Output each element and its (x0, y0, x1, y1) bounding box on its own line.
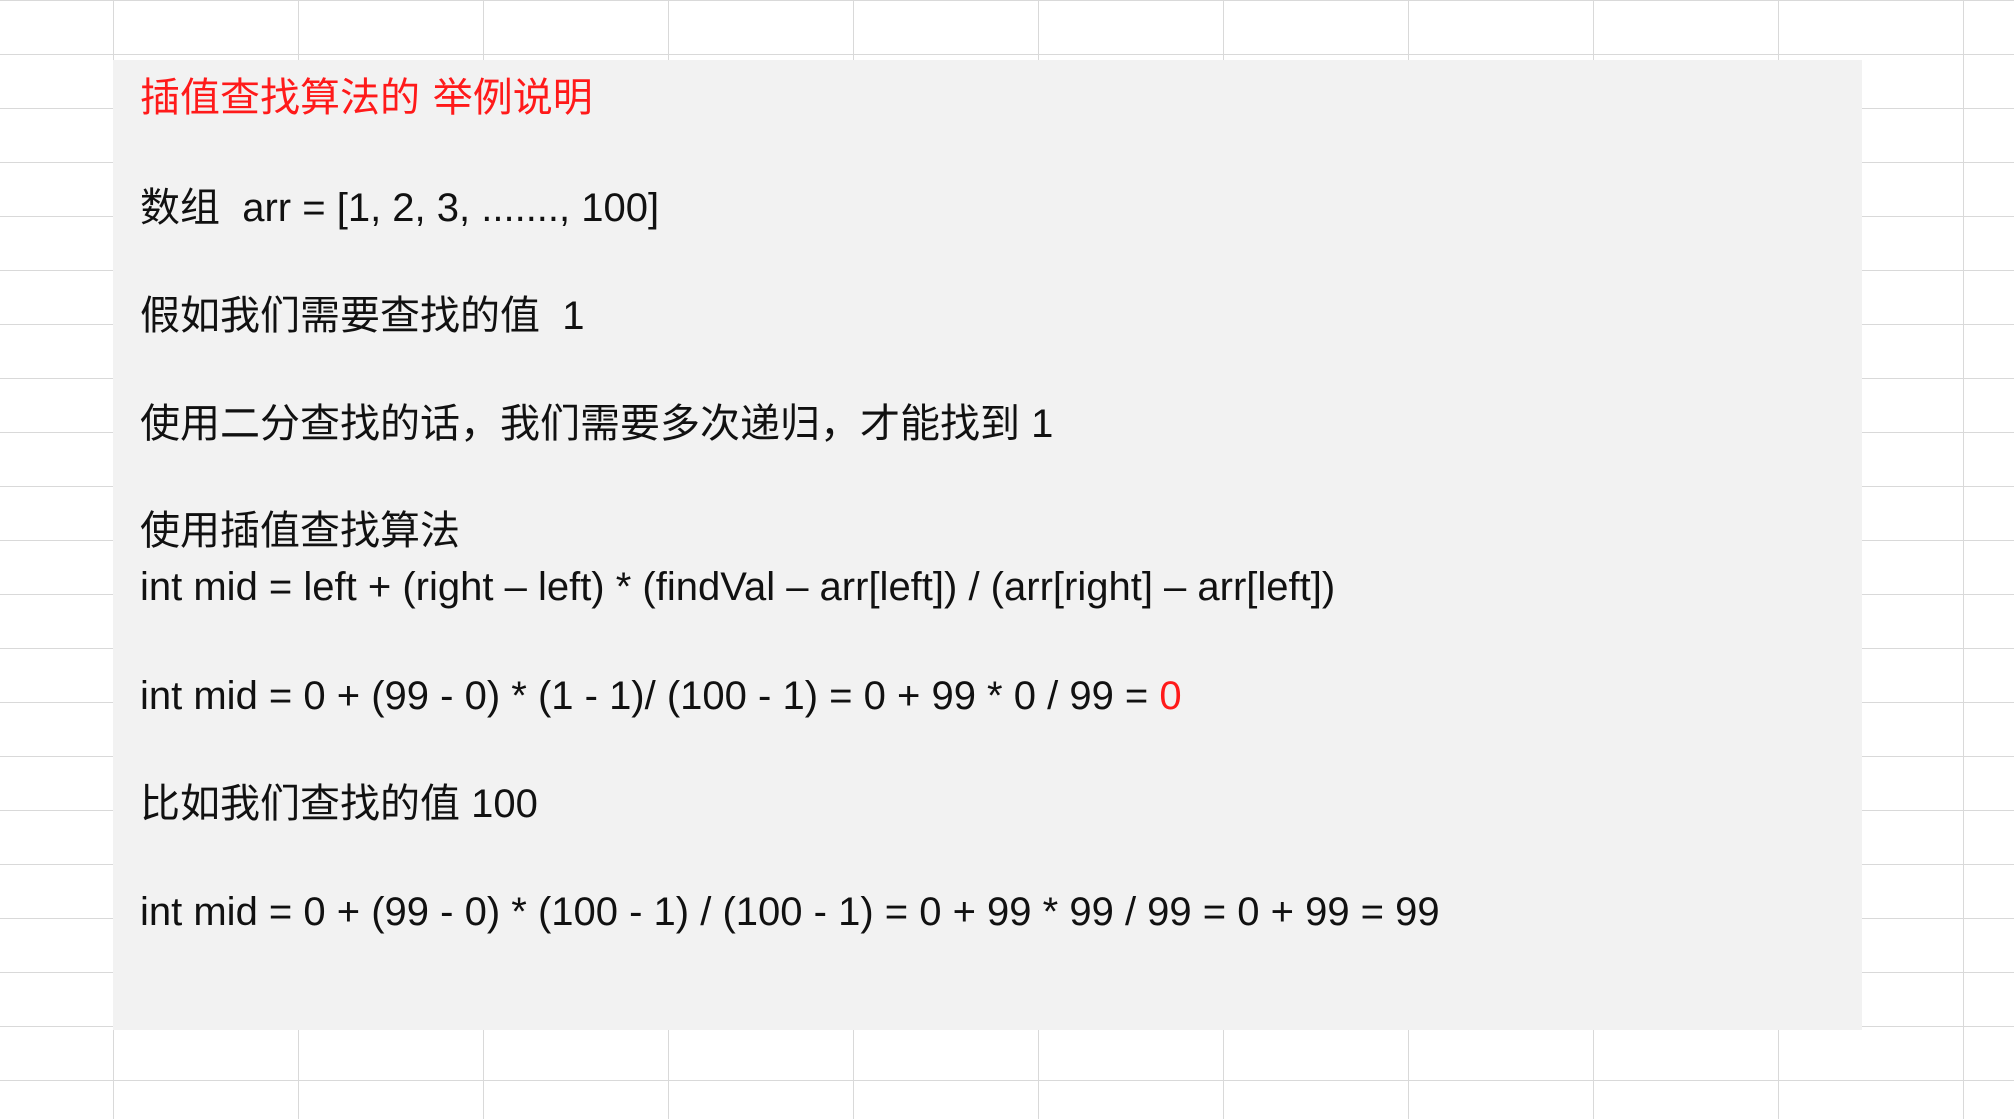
example1-result: 0 (1159, 674, 1182, 718)
assume-line: 假如我们需要查找的值 1 (140, 292, 584, 340)
binary-search-value: 1 (1031, 402, 1054, 446)
formula-text: int mid = left + (right – left) * (findV… (140, 565, 1336, 609)
explanation-textbox[interactable]: 插值查找算法的 举例说明 数组 arr = [1, 2, 3, .......,… (113, 60, 1862, 1030)
compare-line: 比如我们查找的值 100 (140, 780, 538, 828)
array-line: 数组 arr = [1, 2, 3, ......., 100] (140, 184, 659, 232)
array-label: 数组 (140, 185, 220, 231)
array-code: arr = [1, 2, 3, ......., 100] (242, 186, 660, 230)
interpolation-heading-text: 使用插值查找算法 (140, 508, 460, 554)
formula-line: int mid = left + (right – left) * (findV… (140, 563, 1335, 611)
note-title: 插值查找算法的 举例说明 (140, 74, 593, 122)
assume-value: 1 (562, 294, 585, 338)
binary-search-text: 使用二分查找的话，我们需要多次递归，才能找到 (140, 401, 1020, 447)
example2-line: int mid = 0 + (99 - 0) * (100 - 1) / (10… (140, 888, 1440, 936)
compare-text: 比如我们查找的值 (140, 781, 460, 827)
assume-text: 假如我们需要查找的值 (140, 293, 540, 339)
note-title-text: 插值查找算法的 举例说明 (140, 75, 593, 121)
binary-search-line: 使用二分查找的话，我们需要多次递归，才能找到 1 (140, 400, 1053, 448)
interpolation-heading: 使用插值查找算法 (140, 507, 460, 555)
compare-value: 100 (471, 782, 538, 826)
example1-line: int mid = 0 + (99 - 0) * (1 - 1)/ (100 -… (140, 672, 1182, 720)
example1-prefix: int mid = 0 + (99 - 0) * (1 - 1)/ (100 -… (140, 674, 1160, 718)
example2-text: int mid = 0 + (99 - 0) * (100 - 1) / (10… (140, 890, 1440, 934)
